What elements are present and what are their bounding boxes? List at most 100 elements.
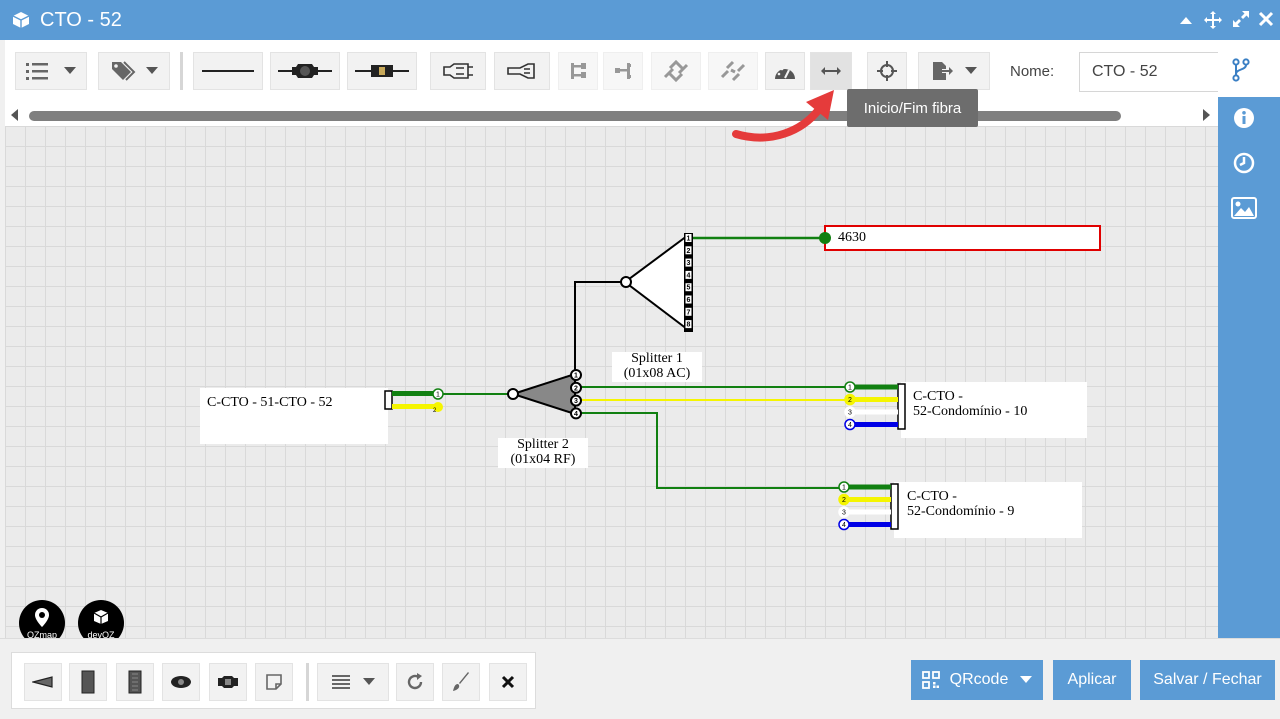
splitter-1-name: Splitter 1 bbox=[631, 351, 683, 366]
splitter-1-port-number: 1 bbox=[687, 236, 691, 243]
splice-button[interactable] bbox=[270, 52, 340, 90]
move-icon[interactable] bbox=[1203, 10, 1223, 30]
export-menu-button[interactable] bbox=[918, 52, 990, 90]
output-4630-box[interactable] bbox=[824, 225, 1101, 251]
tab-image[interactable] bbox=[1231, 195, 1257, 221]
list-menu-button[interactable] bbox=[15, 52, 87, 90]
add-connector-button[interactable] bbox=[209, 663, 247, 701]
caret-down-icon bbox=[64, 67, 76, 74]
qrcode-button[interactable]: QRcode bbox=[911, 660, 1043, 700]
adapter-button[interactable] bbox=[430, 52, 486, 90]
input-port-1-label: 1 bbox=[436, 392, 440, 399]
cable-9-fiber-number: 3 bbox=[842, 510, 846, 517]
horizontal-scrollbar[interactable] bbox=[5, 102, 1218, 126]
splitter-1-port-number: 8 bbox=[687, 322, 691, 329]
ozmap-logo: OZmap bbox=[19, 600, 65, 638]
add-panel-button[interactable] bbox=[116, 663, 154, 701]
caret-down-icon bbox=[146, 67, 158, 74]
add-note-button[interactable] bbox=[255, 663, 293, 701]
panel-icon bbox=[128, 670, 142, 694]
splitter-2[interactable] bbox=[509, 372, 576, 416]
delete-button[interactable] bbox=[489, 663, 527, 701]
caret-down-icon bbox=[363, 678, 375, 685]
close-icon bbox=[501, 675, 515, 689]
right-sidebar bbox=[1218, 40, 1280, 640]
splitter-2-label: Splitter 2 (01x04 RF) bbox=[498, 437, 588, 467]
close-window-icon[interactable] bbox=[1258, 11, 1274, 27]
layers-menu-button[interactable] bbox=[317, 663, 389, 701]
fiber-out-4 bbox=[577, 412, 843, 489]
adapter-icon bbox=[443, 63, 473, 79]
qrcode-label: QRcode bbox=[949, 671, 1009, 688]
output-4630-label: 4630 bbox=[838, 230, 866, 245]
unlink-fibers-button[interactable] bbox=[708, 52, 758, 90]
apply-button[interactable]: Aplicar bbox=[1053, 660, 1131, 700]
add-box-button[interactable] bbox=[69, 663, 107, 701]
connector-button[interactable] bbox=[347, 52, 417, 90]
splitter-1-port-number: 4 bbox=[687, 272, 691, 279]
cable-9-line1: C-CTO - bbox=[907, 489, 957, 504]
tab-info[interactable] bbox=[1231, 105, 1257, 131]
cable-9-fiber-number: 2 bbox=[842, 497, 846, 504]
minimize-icon[interactable] bbox=[1179, 15, 1193, 25]
link-fibers-button[interactable] bbox=[651, 52, 701, 90]
link-icon bbox=[663, 59, 689, 83]
branch-icon bbox=[1232, 58, 1250, 82]
refresh-button[interactable] bbox=[396, 663, 434, 701]
paint-button[interactable] bbox=[442, 663, 480, 701]
tooltip: Inicio/Fim fibra bbox=[847, 89, 978, 127]
scroll-right-arrow[interactable] bbox=[1203, 109, 1210, 121]
splitter-1-input-port[interactable] bbox=[620, 276, 632, 288]
connector-icon bbox=[355, 65, 409, 77]
output-4630-port[interactable] bbox=[819, 232, 831, 244]
cable-10-fiber-number: 3 bbox=[848, 410, 852, 417]
splitter-2-port-number: 4 bbox=[574, 411, 578, 418]
clock-icon bbox=[1233, 152, 1255, 174]
bottom-tools-panel bbox=[11, 652, 536, 709]
list-icon bbox=[26, 63, 48, 80]
cube-icon bbox=[12, 12, 30, 28]
save-close-button[interactable]: Salvar / Fechar bbox=[1140, 660, 1275, 700]
crosshair-icon bbox=[877, 61, 897, 81]
tags-menu-button[interactable] bbox=[98, 52, 170, 90]
splitter-1-spec: (01x08 AC) bbox=[623, 366, 691, 381]
tags-icon bbox=[112, 61, 136, 81]
splitter-1-label: Splitter 1 (01x08 AC) bbox=[612, 351, 702, 381]
cable-condominio-9-label: C-CTO - 52-Condomínio - 9 bbox=[907, 489, 1014, 519]
tab-branch[interactable] bbox=[1218, 40, 1280, 97]
add-splice-button[interactable] bbox=[162, 663, 200, 701]
file-export-icon bbox=[933, 62, 953, 80]
split-branch-button[interactable] bbox=[558, 52, 598, 90]
dashboard-button[interactable] bbox=[765, 52, 805, 90]
scroll-left-arrow[interactable] bbox=[11, 109, 18, 121]
diagram-canvas[interactable]: 12345678 1234 2 1 2 3 4 1 2 3 4 1 4630 S… bbox=[5, 126, 1218, 638]
cable-9-fibers: 1 2 3 4 bbox=[838, 481, 891, 531]
draw-line-button[interactable] bbox=[193, 52, 263, 90]
tab-history[interactable] bbox=[1231, 150, 1257, 176]
fiber-start-end-button[interactable] bbox=[810, 52, 852, 90]
add-drop-button[interactable] bbox=[24, 663, 62, 701]
devoz-box-icon bbox=[93, 610, 109, 624]
cable-10-fibers: 1 2 3 4 bbox=[844, 381, 898, 431]
drop-cable-button[interactable] bbox=[494, 52, 550, 90]
cto-editor-window: CTO - 52 Nome: CTO - 52 1 2 3 4 5 6 7 8 … bbox=[0, 0, 1280, 719]
cable-10-fiber-number: 4 bbox=[848, 422, 852, 429]
cable-9-line2: 52-Condomínio - 9 bbox=[907, 504, 1015, 519]
name-label: Nome: bbox=[1010, 63, 1055, 80]
toolbar: Nome: bbox=[5, 40, 1223, 102]
merge-branch-button[interactable] bbox=[603, 52, 643, 90]
splitter-2-input-port[interactable] bbox=[507, 388, 519, 400]
devoz-logo: devOZ bbox=[78, 600, 124, 638]
map-pin-icon bbox=[35, 608, 49, 627]
name-input[interactable] bbox=[1079, 52, 1223, 92]
cable-10-fiber-number: 1 bbox=[848, 385, 852, 392]
cable-condominio-10-label: C-CTO - 52-Condomínio - 10 bbox=[913, 389, 1027, 419]
splitter-2-port-number: 1 bbox=[574, 373, 578, 380]
ozmap-logo-text: OZmap bbox=[26, 630, 57, 638]
cable-10-line2: 52-Condomínio - 10 bbox=[913, 404, 1028, 419]
maximize-icon[interactable] bbox=[1232, 10, 1250, 28]
center-view-button[interactable] bbox=[867, 52, 907, 90]
splitter-1[interactable] bbox=[623, 233, 693, 332]
splitter-1-port-number: 7 bbox=[687, 309, 691, 316]
splitter-1-port-number: 5 bbox=[687, 285, 691, 292]
